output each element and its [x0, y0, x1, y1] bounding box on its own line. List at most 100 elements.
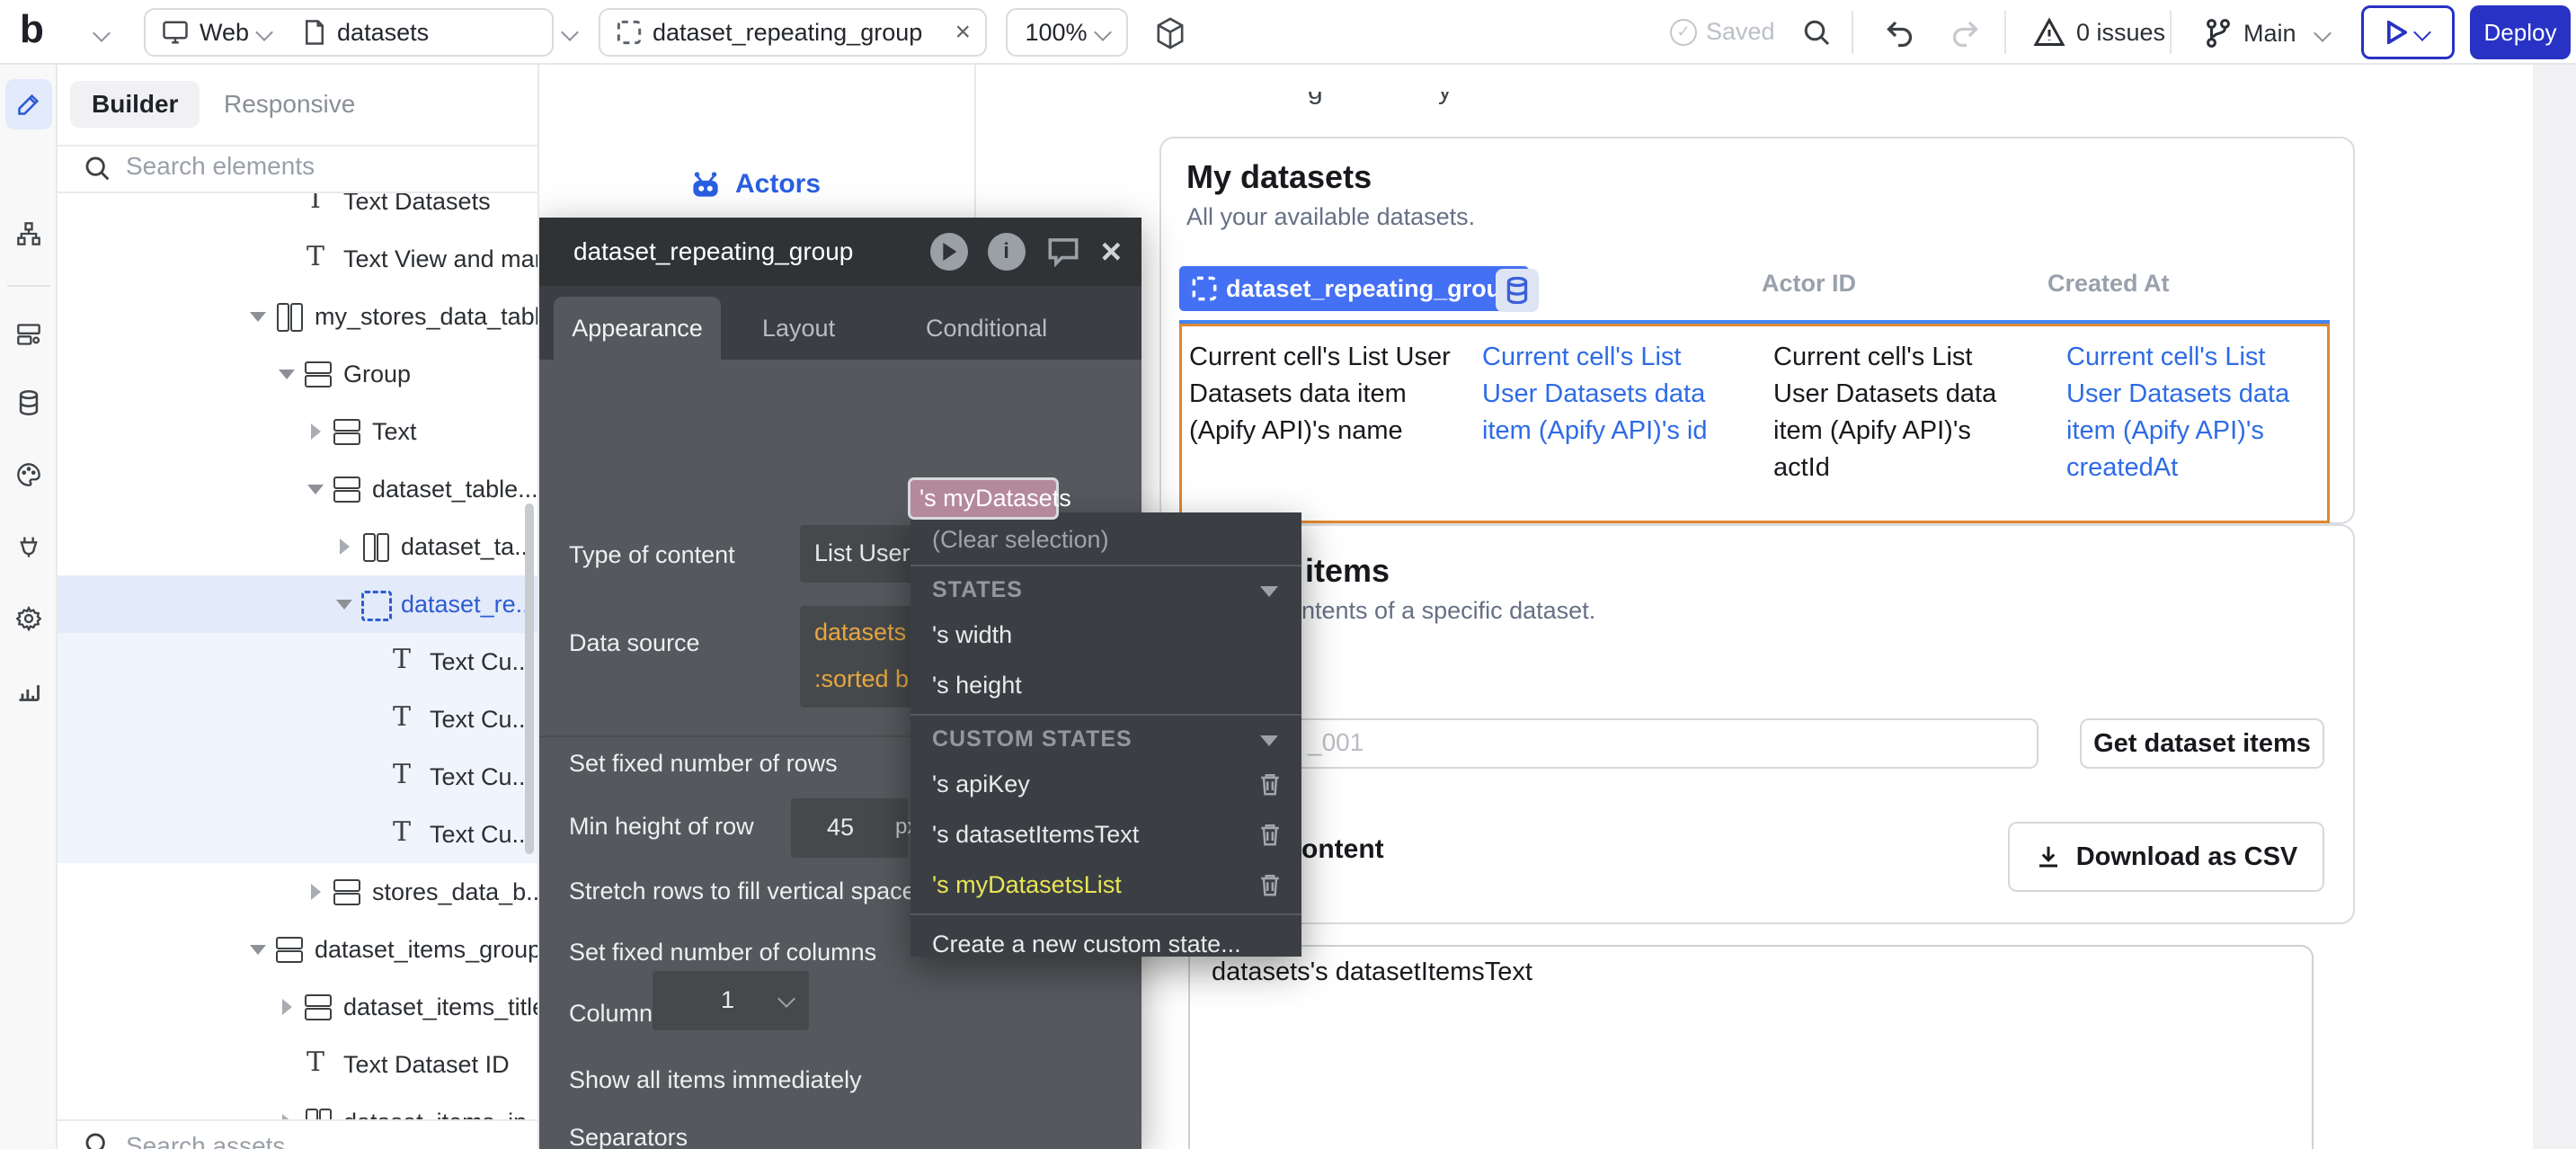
min-height-input[interactable]: 45	[791, 798, 908, 858]
get-dataset-items-button[interactable]: Get dataset items	[2080, 718, 2324, 769]
tree-item-label: stores_data_b...	[372, 878, 539, 906]
selected-element-badge[interactable]: dataset_repeating_group	[1179, 266, 1529, 311]
dropdown-item[interactable]: Create a new custom state...	[910, 919, 1301, 969]
tree-expand-arrow[interactable]	[361, 765, 385, 788]
undo-icon[interactable]	[1884, 17, 1918, 49]
styles-palette-icon[interactable]	[5, 450, 52, 500]
repeating-group-outline[interactable]: Current cell's List User Datasets data i…	[1179, 324, 2330, 523]
tree-item[interactable]: dataset_table...	[58, 460, 539, 518]
dropdown-item[interactable]	[910, 913, 1301, 915]
tree-item[interactable]: Text	[58, 403, 539, 460]
logs-chart-icon[interactable]	[5, 665, 52, 716]
tree-expand-arrow[interactable]	[275, 193, 298, 213]
branch-selector[interactable]: Main	[2204, 17, 2329, 49]
tree-expand-arrow[interactable]	[361, 823, 385, 846]
trash-icon[interactable]	[1258, 872, 1282, 897]
workflow-sitemap-icon[interactable]	[5, 209, 52, 259]
tree-expand-arrow[interactable]	[275, 995, 298, 1019]
dropdown-item[interactable]: 's height	[910, 660, 1301, 710]
tree-item[interactable]: Text View and mana...	[58, 230, 539, 288]
components-icon[interactable]	[5, 309, 52, 360]
columns-select[interactable]: 1	[653, 971, 809, 1030]
table-cell-expression[interactable]: Current cell's List User Datasets data i…	[1482, 339, 1743, 450]
chevron-down-icon[interactable]	[93, 24, 111, 42]
tree-item[interactable]: Text Cu...	[58, 690, 539, 748]
tree-item[interactable]: dataset_ta...	[58, 518, 539, 575]
tab-layout[interactable]: Layout	[762, 315, 835, 343]
tree-item[interactable]: Text Cu...	[58, 633, 539, 690]
tree-expand-arrow[interactable]	[304, 477, 327, 501]
dropdown-item[interactable]: STATES	[910, 570, 1301, 610]
bubble-logo[interactable]: b	[20, 7, 44, 52]
table-cell-expression[interactable]: Current cell's List User Datasets data i…	[1773, 339, 2012, 486]
search-elements-input[interactable]	[126, 152, 467, 181]
dropdown-item[interactable]	[910, 714, 1301, 716]
tab-appearance[interactable]: Appearance	[554, 297, 721, 360]
dropdown-item[interactable]: 's datasetItemsText	[910, 809, 1301, 860]
close-icon[interactable]: ×	[1101, 234, 1122, 270]
settings-gear-icon[interactable]	[5, 593, 52, 644]
tree-scrollbar[interactable]	[525, 503, 534, 854]
database-icon[interactable]	[5, 378, 52, 428]
dataset-content-text-element[interactable]: datasets's datasetItemsText	[1188, 945, 2314, 1149]
tree-expand-arrow[interactable]	[246, 305, 270, 328]
tree-expand-arrow[interactable]	[361, 650, 385, 673]
tree-item[interactable]: Text Datasets	[58, 193, 539, 230]
tree-item[interactable]: my_stores_data_table	[58, 288, 539, 345]
tree-expand-arrow[interactable]	[275, 247, 298, 271]
tree-expand-arrow[interactable]	[246, 938, 270, 961]
trash-icon[interactable]	[1258, 822, 1282, 847]
download-csv-button[interactable]: Download as CSV	[2008, 822, 2324, 892]
property-editor-header[interactable]: dataset_repeating_group i ×	[539, 218, 1141, 286]
close-tab-icon[interactable]: ×	[940, 17, 985, 48]
page-selector[interactable]: datasets	[287, 10, 592, 55]
dropdown-item[interactable]	[910, 565, 1301, 566]
tab-builder[interactable]: Builder	[70, 81, 200, 128]
preview-button[interactable]	[2361, 5, 2455, 59]
dropdown-item[interactable]: CUSTOM STATES	[910, 719, 1301, 759]
tree-expand-arrow[interactable]	[304, 880, 327, 904]
dropdown-item[interactable]: 's apiKey	[910, 759, 1301, 809]
expression-token[interactable]: 's myDatasets	[908, 477, 1059, 520]
redo-icon[interactable]	[1947, 17, 1981, 49]
tree-expand-arrow[interactable]	[304, 420, 327, 443]
tree-expand-arrow[interactable]	[361, 708, 385, 731]
plugins-plug-icon[interactable]	[5, 521, 52, 572]
dropdown-item[interactable]: 's width	[910, 610, 1301, 660]
table-cell-expression[interactable]: Current cell's List User Datasets data i…	[1189, 339, 1470, 450]
trash-icon[interactable]	[1258, 771, 1282, 797]
tab-responsive[interactable]: Responsive	[224, 90, 355, 119]
tree-item[interactable]: dataset_items_title	[58, 978, 539, 1036]
platform-selector[interactable]: Web	[146, 10, 287, 55]
element-tab[interactable]: dataset_repeating_group ×	[599, 8, 987, 57]
data-source-chip[interactable]	[1496, 269, 1539, 312]
tab-conditional[interactable]: Conditional	[926, 315, 1047, 343]
info-icon[interactable]: i	[988, 233, 1026, 271]
zoom-control[interactable]: 100%	[1006, 8, 1128, 57]
issues-indicator[interactable]: 0 issues	[2033, 17, 2165, 48]
tree-item[interactable]: dataset_items_in...	[58, 1093, 539, 1121]
tree-item[interactable]: Group	[58, 345, 539, 403]
search-assets-input[interactable]	[126, 1132, 467, 1149]
tree-expand-arrow[interactable]	[333, 592, 356, 616]
design-pencil-icon[interactable]	[5, 79, 52, 129]
preview-element-icon[interactable]	[930, 233, 968, 271]
chevron-down-icon	[561, 23, 579, 41]
dropdown-item[interactable]: 's myDatasetsList	[910, 860, 1301, 910]
tree-item[interactable]: dataset_re...	[58, 575, 539, 633]
tree-item[interactable]: dataset_items_group	[58, 921, 539, 978]
deploy-button[interactable]: Deploy	[2470, 5, 2571, 59]
tree-item[interactable]: stores_data_b...	[58, 863, 539, 921]
dropdown-item[interactable]: (Clear selection)	[910, 518, 1301, 561]
comment-icon[interactable]	[1045, 236, 1081, 268]
tree-expand-arrow[interactable]	[275, 1053, 298, 1076]
tree-expand-arrow[interactable]	[275, 362, 298, 386]
tree-expand-arrow[interactable]	[333, 535, 356, 558]
actors-nav-item[interactable]: Actors	[690, 169, 821, 200]
tree-item[interactable]: Text Cu...	[58, 748, 539, 806]
search-icon[interactable]	[1801, 17, 1834, 49]
tree-item[interactable]: Text Cu...	[58, 806, 539, 863]
component-library-cube-icon[interactable]	[1154, 16, 1186, 50]
table-cell-expression[interactable]: Current cell's List User Datasets data i…	[2066, 339, 2323, 486]
tree-item[interactable]: Text Dataset ID	[58, 1036, 539, 1093]
